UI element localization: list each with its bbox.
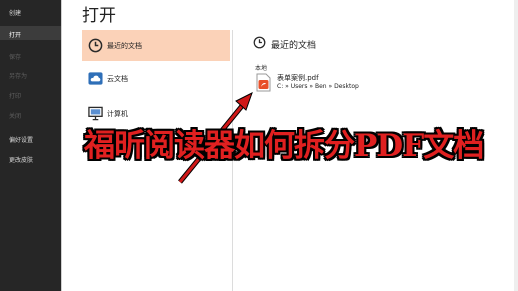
place-recent-documents[interactable]: 最近的文档	[82, 30, 230, 61]
sidebar-item-create[interactable]: 创建	[9, 8, 21, 17]
sidebar-item-save-as[interactable]: 另存为	[9, 71, 27, 80]
sidebar-item-close[interactable]: 关闭	[9, 111, 21, 120]
sidebar-item-open[interactable]: 打开	[9, 30, 21, 39]
file-path: C: » Users » Ben » Desktop	[277, 83, 359, 90]
cloud-icon	[88, 72, 103, 85]
sidebar-border	[61, 0, 62, 291]
place-label: 最近的文档	[107, 42, 142, 50]
window-edge	[514, 0, 518, 291]
sidebar-item-print[interactable]: 打印	[9, 91, 21, 100]
local-section-label: 本地	[255, 65, 268, 72]
sidebar-item-preferences[interactable]: 偏好设置	[9, 135, 33, 144]
pdf-file-icon	[256, 73, 271, 92]
file-name: 表单案例.pdf	[277, 74, 319, 82]
recent-file-item[interactable]: 表单案例.pdf C: » Users » Ben » Desktop	[256, 73, 416, 99]
page-title: 打开	[82, 6, 116, 26]
overlay-caption: 福昕阅读器如何拆分PDF文档	[84, 128, 484, 164]
place-cloud-documents[interactable]: 云文档	[82, 63, 230, 94]
sidebar-item-save[interactable]: 保存	[9, 52, 21, 61]
clock-icon	[88, 38, 103, 53]
computer-icon	[88, 106, 103, 121]
sidebar: 创建 打开 保存 另存为 打印 关闭 偏好设置 更改皮肤	[0, 0, 61, 291]
place-label: 计算机	[107, 110, 128, 118]
recent-heading-label: 最近的文档	[271, 41, 317, 51]
place-label: 云文档	[107, 75, 128, 83]
sidebar-item-change-skin[interactable]: 更改皮肤	[9, 155, 33, 164]
clock-icon	[253, 36, 266, 49]
